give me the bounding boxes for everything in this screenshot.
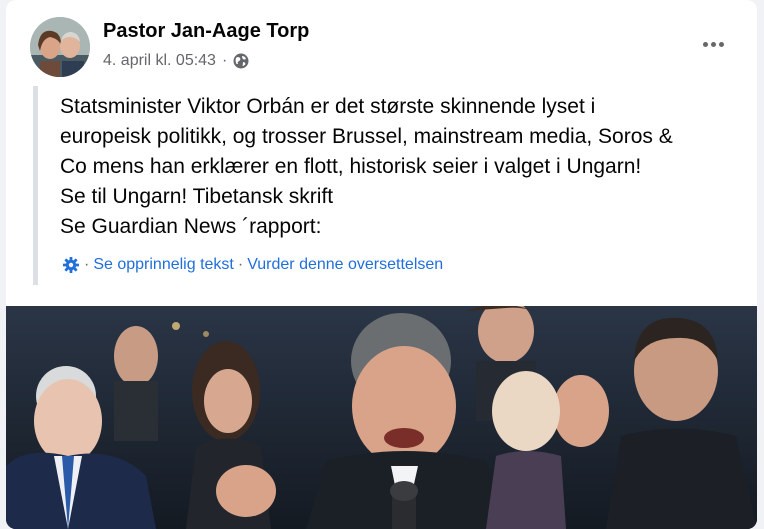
post-timestamp[interactable]: 4. april kl. 05:43 (103, 52, 216, 70)
translation-separator: · (237, 256, 244, 273)
globe-icon[interactable] (233, 53, 249, 69)
post-card: Pastor Jan-Aage Torp 4. april kl. 05:43 … (6, 0, 757, 529)
see-original-link[interactable]: Se opprinnelig tekst (93, 256, 234, 274)
more-options-button[interactable] (697, 30, 729, 58)
more-dot (718, 41, 724, 47)
post-meta: 4. april kl. 05:43 · (103, 52, 249, 70)
post-text-line: Se Guardian News ´rapport: (60, 215, 322, 238)
post-text: Statsminister Viktor Orbán er det størst… (60, 92, 740, 242)
gear-icon[interactable] (62, 256, 80, 274)
translation-bar: · Se opprinnelig tekst · Vurder denne ov… (62, 256, 443, 274)
translation-separator: · (84, 256, 90, 273)
rate-translation-link[interactable]: Vurder denne oversettelsen (247, 256, 443, 274)
post-text-line: Se til Ungarn! Tibetansk skrift (60, 185, 334, 208)
more-horizontal-icon (702, 41, 708, 47)
post-photo[interactable] (6, 306, 757, 529)
author-name[interactable]: Pastor Jan-Aage Torp (103, 20, 309, 43)
more-dot (710, 41, 716, 47)
meta-separator: · (221, 52, 228, 69)
post-text-line: Co mens han erklærer en flott, historisk… (60, 155, 642, 178)
avatar-image (30, 17, 90, 77)
quote-bar (33, 86, 38, 285)
post-text-line: Statsminister Viktor Orbán er det størst… (60, 95, 596, 118)
photo-image (6, 306, 757, 529)
author-avatar[interactable] (30, 17, 90, 77)
post-text-line: europeisk politikk, og trosser Brussel, … (60, 125, 673, 148)
